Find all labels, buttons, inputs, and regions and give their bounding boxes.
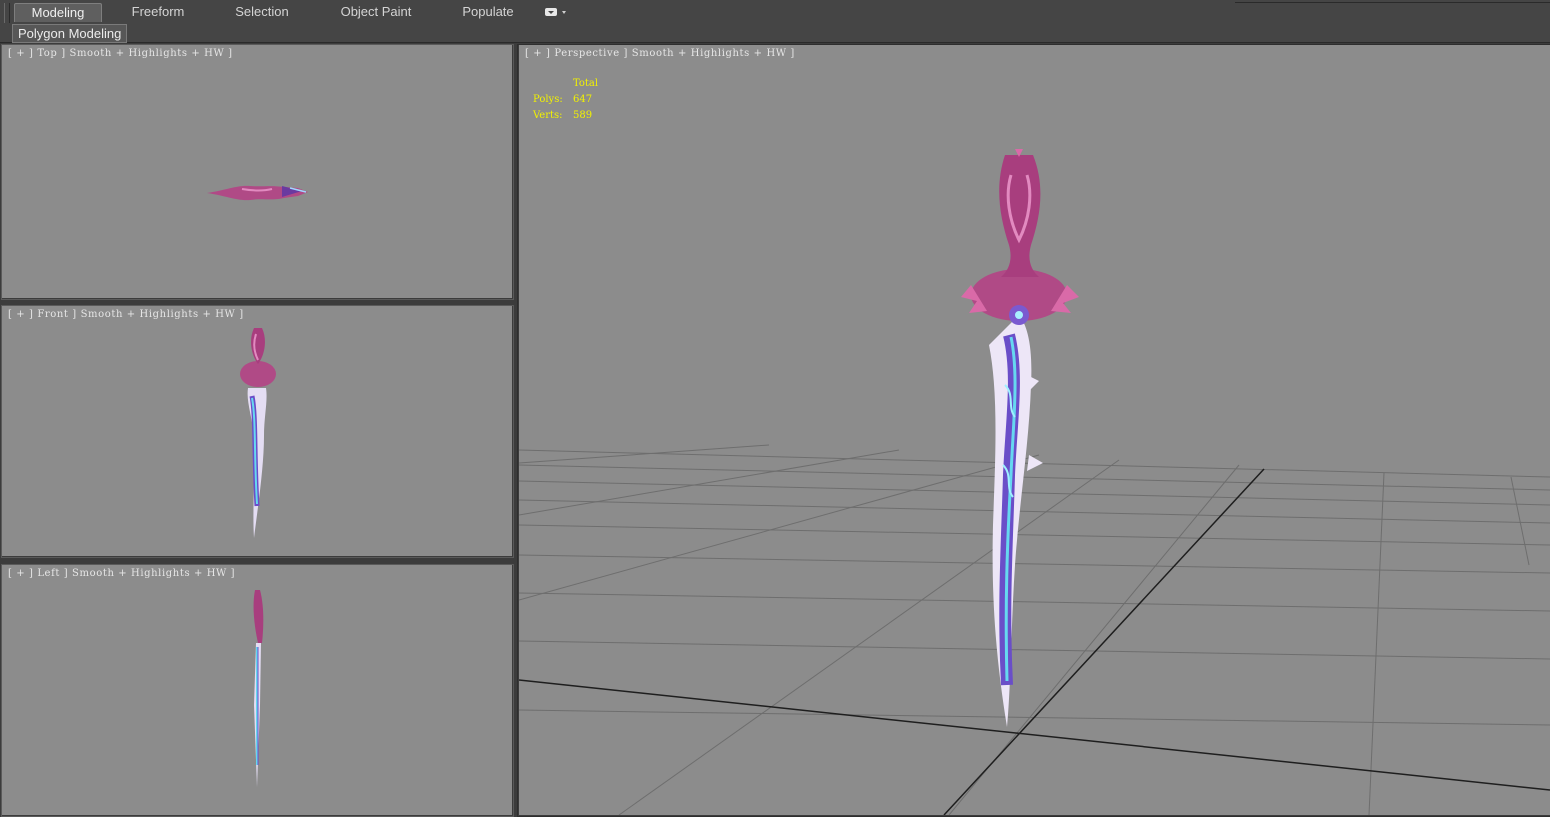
viewport-perspective-label[interactable]: [ + ] Perspective ] Smooth + Highlights … <box>525 48 795 59</box>
stats-polys-value: 647 <box>573 94 593 105</box>
tab-freeform[interactable]: Freeform <box>120 3 196 21</box>
panel-polygon-modeling[interactable]: Polygon Modeling <box>12 24 128 43</box>
sword-front-view <box>240 328 276 538</box>
stats-polys-label: Polys: <box>533 94 563 105</box>
sword-model <box>961 149 1079 727</box>
sword-top-view <box>207 185 308 201</box>
sword-left-view <box>253 590 264 787</box>
viewport-front[interactable]: [ + ] Front ] Smooth + Highlights + HW ] <box>2 306 512 556</box>
tab-object-paint[interactable]: Object Paint <box>330 3 422 21</box>
tab-populate[interactable]: Populate <box>452 3 524 21</box>
viewport-perspective[interactable]: [ + ] Perspective ] Smooth + Highlights … <box>519 45 1550 815</box>
stats-verts-label: Verts: <box>533 110 563 121</box>
tab-selection[interactable]: Selection <box>224 3 300 21</box>
stats-total-header: Total <box>573 78 599 89</box>
ribbon-bar: Modeling Freeform Selection Object Paint… <box>0 0 1550 39</box>
ribbon-options-icon[interactable] <box>544 7 568 17</box>
viewport-top[interactable]: [ + ] Top ] Smooth + Highlights + HW ] <box>2 45 512 298</box>
viewport-left[interactable]: [ + ] Left ] Smooth + Highlights + HW ] <box>2 565 512 815</box>
panel-bar: Polygon Modeling <box>0 23 1550 43</box>
tab-modeling[interactable]: Modeling <box>14 3 102 22</box>
ribbon-divider <box>1235 2 1550 3</box>
stats-verts-value: 589 <box>573 110 593 121</box>
